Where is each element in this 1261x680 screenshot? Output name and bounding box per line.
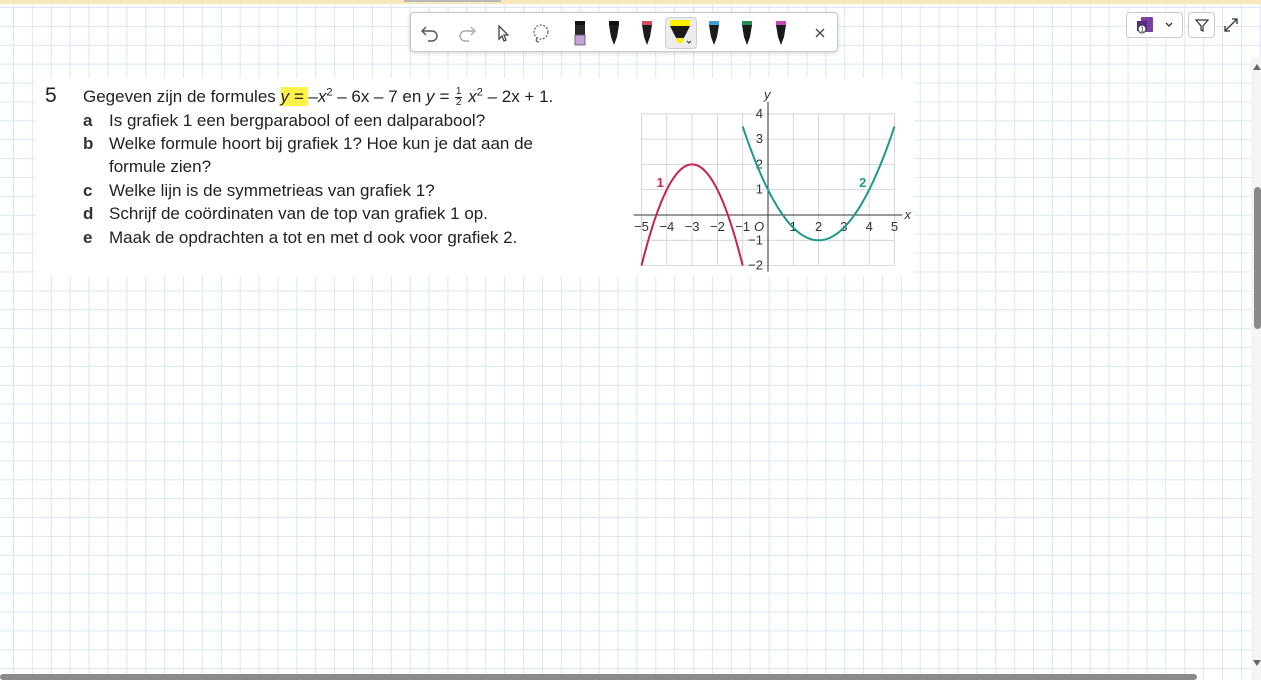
formula-2-x: x (463, 87, 477, 106)
pen-blue-icon (709, 21, 719, 45)
filter-button[interactable] (1188, 12, 1215, 38)
question-letter: c (83, 181, 93, 200)
pen-violet-icon (574, 21, 586, 46)
undo-button[interactable] (416, 19, 444, 47)
parabola-graph: xyO−5 −4 −3 −2 −1 1 2 3 4 5−2−112341 2 (633, 88, 912, 273)
y-tick-label: −1 (748, 232, 763, 247)
question-text: Welke lijn is de symmetrieas van grafiek… (109, 181, 435, 200)
series-1-label: 1 (657, 175, 664, 190)
top-tab-indicator (404, 0, 501, 2)
question-b: b Welke formule hoort bij grafiek 1? Hoe … (83, 134, 533, 154)
redo-button[interactable] (453, 19, 481, 47)
formula-2-tail: – 2x + 1. (482, 87, 554, 106)
formula-1-highlight: y = (280, 87, 309, 106)
close-icon (815, 28, 825, 38)
redo-icon (459, 26, 476, 42)
question-letter: b (83, 134, 94, 153)
pen-black-button[interactable] (600, 19, 628, 47)
question-b-continued: formule zien? (83, 157, 211, 177)
question-text: Schrijf de coördinaten van de top van gr… (109, 204, 488, 223)
question-letter: e (83, 228, 93, 247)
pen-violet-button[interactable] (566, 19, 594, 47)
pen-magenta-button[interactable] (767, 19, 795, 47)
series-2-label: 2 (859, 175, 866, 190)
top-accent-strip (0, 0, 1261, 4)
pen-green-button[interactable] (733, 19, 761, 47)
x-tick-label: −5 (634, 219, 649, 234)
pen-black-icon (609, 21, 619, 45)
horizontal-scrollbar-thumb[interactable] (0, 674, 1197, 680)
pen-red-icon (642, 21, 652, 45)
onenote-dropdown-button[interactable]: 1 (1126, 12, 1183, 38)
scroll-up-arrow-icon[interactable] (1253, 64, 1261, 70)
svg-text:1: 1 (1140, 27, 1144, 34)
question-c: c Welke lijn is de symmetrieas van grafie… (83, 181, 435, 201)
formula-2-lhs: y = (426, 87, 454, 106)
x-tick-label: 5 (891, 219, 898, 234)
question-letter: a (83, 111, 93, 130)
exercise-number: 5 (45, 84, 57, 107)
y-tick-label: −2 (748, 258, 763, 273)
question-text: Maak de opdrachten a tot en met d ook vo… (109, 228, 518, 247)
vertical-scrollbar-thumb[interactable] (1254, 187, 1261, 329)
filter-icon (1194, 19, 1209, 32)
select-tool-button[interactable] (489, 19, 517, 47)
y-axis-label: y (763, 88, 772, 102)
y-tick-label: 1 (756, 182, 763, 197)
pen-blue-button[interactable] (700, 19, 728, 47)
undo-icon (421, 26, 438, 42)
x-axis-label: x (904, 207, 912, 222)
y-tick-label: 3 (756, 131, 763, 146)
vertical-scrollbar-track[interactable] (1251, 58, 1261, 680)
exercise-intro: Gegeven zijn de formules y = –x 2 – 6x – … (83, 87, 553, 108)
x-tick-label: 4 (866, 219, 873, 234)
onenote-icon: 1 (1136, 17, 1153, 34)
question-letter: d (83, 204, 94, 223)
ink-toolbar (410, 12, 838, 52)
close-toolbar-button[interactable] (806, 19, 834, 47)
x-tick-label: −2 (710, 219, 725, 234)
highlighter-yellow-icon (670, 20, 692, 44)
x-tick-label: 2 (815, 219, 822, 234)
question-e: e Maak de opdrachten a tot en met d ook v… (83, 228, 517, 248)
y-tick-label: 4 (756, 106, 763, 121)
highlighter-yellow-button[interactable] (665, 17, 697, 49)
question-a: a Is grafiek 1 een bergparabool of een da… (83, 111, 485, 131)
formula-1-x: –x (308, 87, 327, 106)
pen-magenta-icon (776, 21, 786, 45)
question-d: d Schrijf de coördinaten van de top van g… (83, 204, 488, 224)
expand-button[interactable] (1222, 16, 1240, 34)
expand-icon (1224, 18, 1238, 32)
chevron-down-icon (1165, 22, 1172, 27)
fraction-denominator: 2 (455, 97, 462, 109)
x-tick-label: −3 (685, 219, 700, 234)
pen-green-icon (742, 21, 752, 45)
pen-red-button[interactable] (633, 19, 661, 47)
intro-text: Gegeven zijn de formules (83, 87, 281, 106)
question-text: formule zien? (109, 157, 212, 176)
lasso-tool-button[interactable] (527, 19, 555, 47)
exercise-block: 5 Gegeven zijn de formules y = –x 2 – 6x … (36, 78, 914, 276)
lasso-icon (533, 24, 549, 43)
question-text: Is grafiek 1 een bergparabool of een dal… (109, 111, 486, 130)
x-tick-label: −4 (659, 219, 674, 234)
select-icon (498, 24, 510, 42)
question-text: Welke formule hoort bij grafiek 1? Hoe k… (109, 134, 533, 153)
scroll-down-arrow-icon[interactable] (1253, 660, 1261, 666)
formula-2-fraction: 12 (454, 87, 463, 109)
formula-1-tail: – 6x – 7 en (332, 87, 427, 106)
